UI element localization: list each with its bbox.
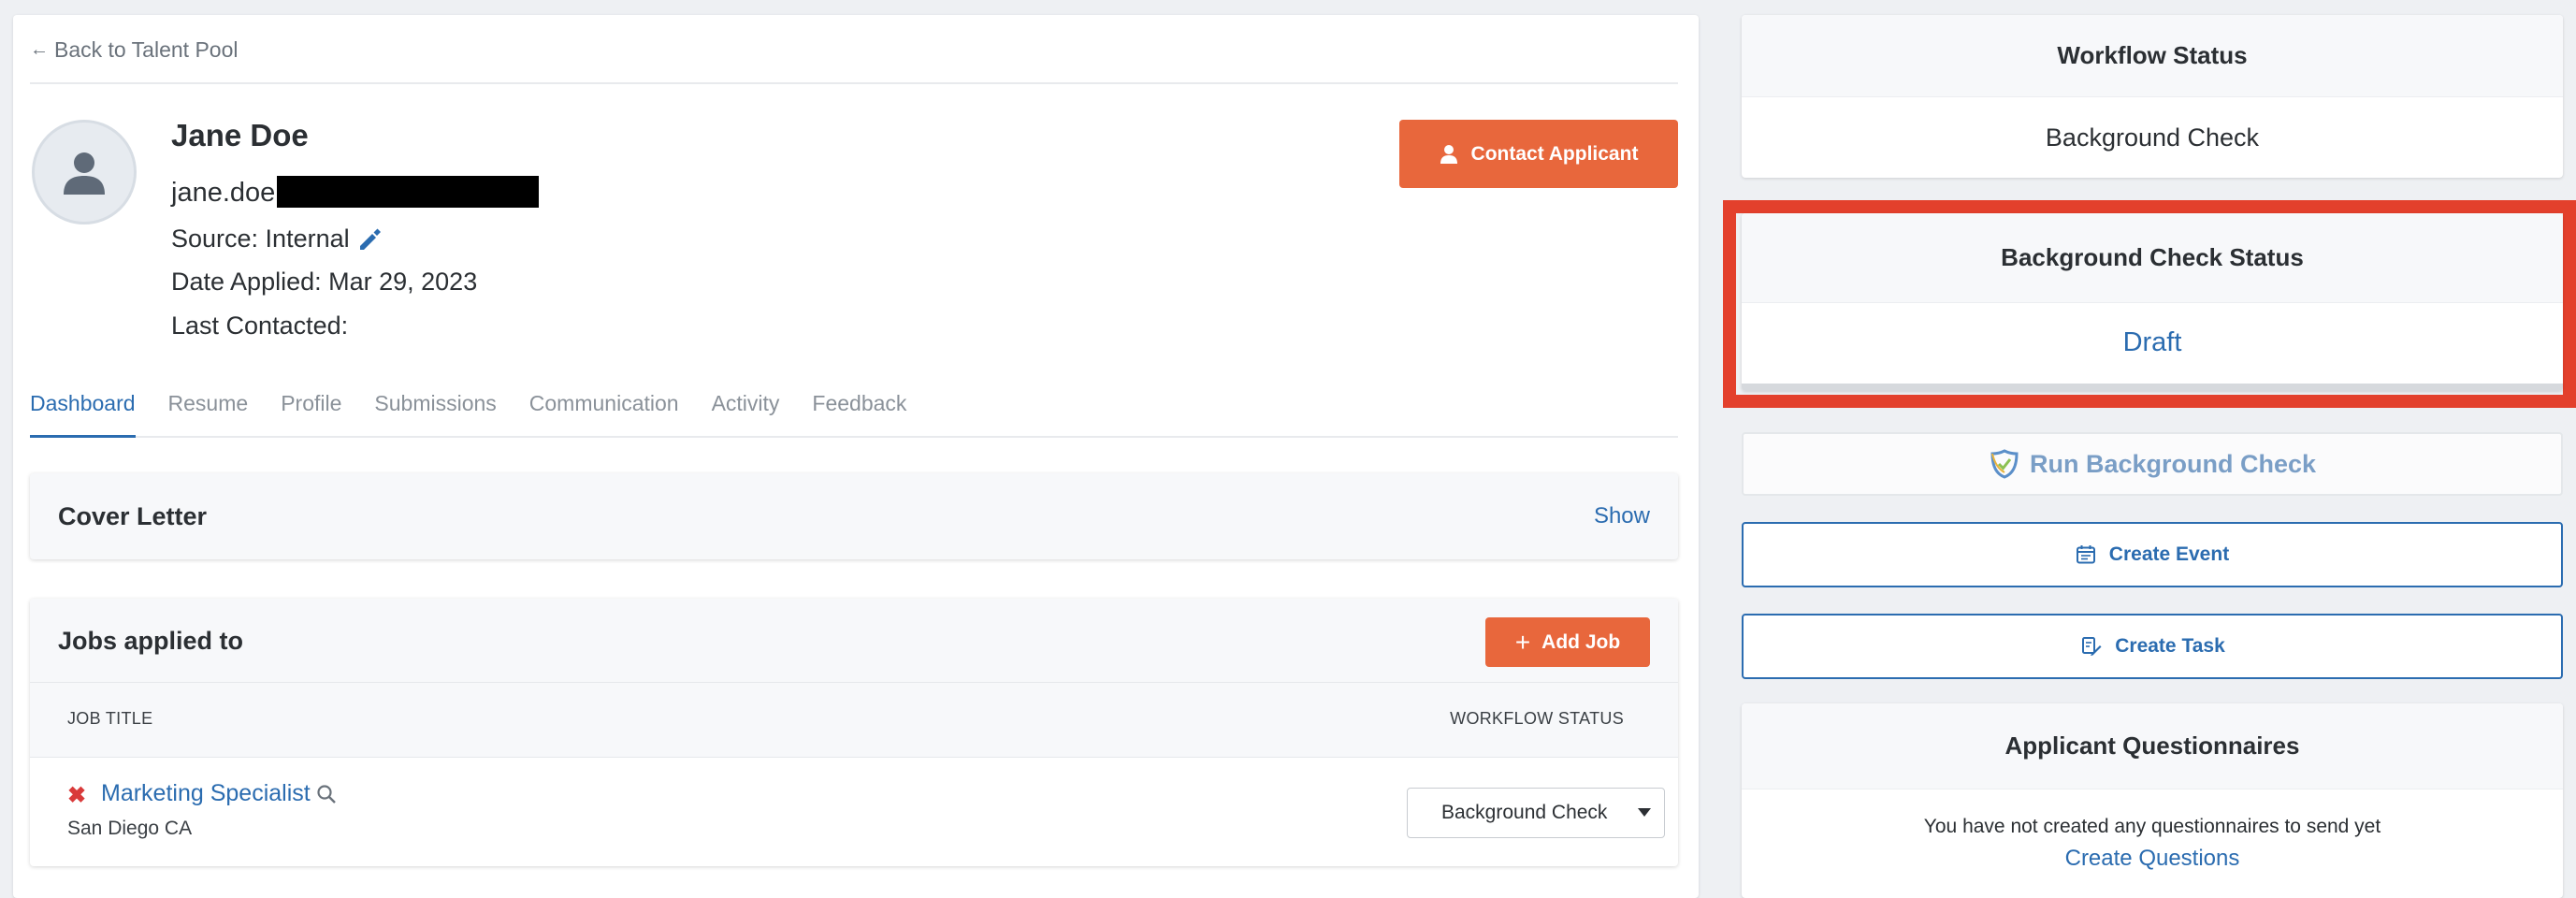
jobs-title: Jobs applied to — [58, 627, 244, 655]
add-job-button[interactable]: + Add Job — [1485, 617, 1650, 667]
contact-applicant-button[interactable]: Contact Applicant — [1399, 120, 1678, 188]
show-cover-letter-link[interactable]: Show — [1594, 503, 1650, 529]
divider — [30, 82, 1678, 84]
applicant-questionnaires-card: Applicant Questionnaires You have not cr… — [1742, 703, 2563, 898]
applicant-name: Jane Doe — [171, 118, 309, 152]
table-row: ✖ Marketing Specialist San Diego CA Back… — [30, 758, 1678, 866]
person-icon — [1440, 144, 1457, 164]
card-bottom-bar — [1742, 384, 2563, 391]
tab-activity[interactable]: Activity — [712, 380, 780, 438]
applicant-email: jane.doe — [171, 178, 276, 208]
create-event-label: Create Event — [2108, 543, 2230, 565]
workflow-status-card: Workflow Status Background Check — [1742, 15, 2563, 178]
run-background-check-button[interactable]: Run Background Check — [1742, 432, 2563, 496]
last-contacted: Last Contacted: — [171, 311, 349, 340]
create-questions-link[interactable]: Create Questions — [1742, 846, 2563, 872]
workflow-status-select[interactable]: Background Check — [1407, 788, 1665, 838]
job-title-text: Marketing Specialist — [101, 780, 311, 806]
background-check-status-card: Background Check Status Draft — [1742, 213, 2563, 391]
tab-dashboard[interactable]: Dashboard — [30, 380, 136, 438]
column-header-job-title: JOB TITLE — [67, 709, 153, 728]
tab-profile[interactable]: Profile — [281, 380, 341, 438]
redaction-bar — [277, 176, 539, 208]
column-header-workflow-status: WORKFLOW STATUS — [1450, 709, 1624, 728]
chevron-down-icon — [1638, 808, 1651, 817]
applicant-detail-panel: ← Back to Talent Pool Jane Doe jane.doe … — [13, 15, 1699, 898]
avatar — [32, 120, 137, 224]
jobs-card-header: Jobs applied to + Add Job — [30, 599, 1678, 683]
task-icon — [2082, 637, 2102, 656]
back-to-talent-pool-link[interactable]: ← Back to Talent Pool — [30, 37, 238, 63]
shield-check-icon — [1990, 449, 2019, 479]
job-location: San Diego CA — [67, 818, 193, 839]
create-event-button[interactable]: Create Event — [1742, 522, 2563, 587]
tab-submissions[interactable]: Submissions — [374, 380, 496, 438]
create-task-label: Create Task — [2115, 635, 2225, 657]
contact-button-label: Contact Applicant — [1470, 142, 1639, 165]
user-icon — [64, 152, 105, 195]
jobs-applied-card: Jobs applied to + Add Job JOB TITLE WORK… — [30, 599, 1678, 866]
source-text: Source: Internal — [171, 224, 350, 253]
remove-job-icon[interactable]: ✖ — [67, 782, 86, 809]
tab-communication[interactable]: Communication — [529, 380, 679, 438]
calendar-icon — [2076, 545, 2095, 564]
background-check-status-value[interactable]: Draft — [1742, 303, 2563, 382]
questionnaires-title: Applicant Questionnaires — [1742, 703, 2563, 789]
job-title-link[interactable]: Marketing Specialist — [101, 780, 337, 807]
workflow-status-value: Background Check — [2045, 123, 2260, 152]
workflow-status-title: Workflow Status — [1742, 15, 2563, 97]
tab-bar: Dashboard Resume Profile Submissions Com… — [30, 380, 1678, 438]
tab-resume[interactable]: Resume — [168, 380, 249, 438]
source-line: Source: Internal — [171, 224, 382, 253]
back-link-label: Back to Talent Pool — [54, 37, 239, 62]
pencil-edit-icon[interactable] — [357, 227, 382, 252]
plus-icon: + — [1514, 627, 1531, 657]
date-applied: Date Applied: Mar 29, 2023 — [171, 268, 478, 296]
questionnaires-empty-message: You have not created any questionnaires … — [1923, 816, 2381, 837]
cover-letter-card: Cover Letter Show — [30, 473, 1678, 559]
table-header: JOB TITLE WORKFLOW STATUS — [30, 683, 1678, 758]
search-icon — [317, 784, 336, 804]
add-job-label: Add Job — [1541, 630, 1621, 653]
run-background-check-label: Run Background Check — [2029, 449, 2317, 478]
create-task-button[interactable]: Create Task — [1742, 614, 2563, 679]
cover-letter-title: Cover Letter — [58, 502, 208, 530]
arrow-left-icon: ← — [30, 39, 49, 60]
tab-feedback[interactable]: Feedback — [812, 380, 906, 438]
workflow-status-value: Background Check — [1441, 802, 1608, 823]
background-check-status-title: Background Check Status — [1742, 213, 2563, 303]
